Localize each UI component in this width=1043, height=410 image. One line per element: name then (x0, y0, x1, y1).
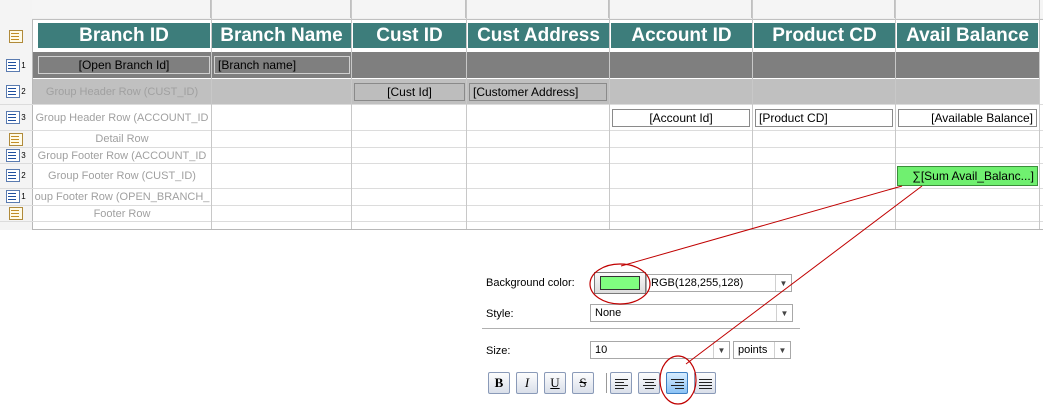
group-footer-icon (6, 168, 21, 182)
color-swatch (600, 276, 640, 290)
size-value: 10 (595, 344, 608, 356)
row-divider (0, 221, 1043, 222)
align-left-button[interactable] (610, 372, 632, 394)
row-marker[interactable]: 3 (0, 108, 32, 126)
align-justify-button[interactable] (694, 372, 716, 394)
column-header-cust-id[interactable]: Cust ID (352, 22, 467, 49)
chevron-down-icon[interactable]: ▼ (774, 342, 790, 358)
chevron-down-icon[interactable]: ▼ (776, 305, 792, 321)
field-customer-address[interactable]: [Customer Address] (469, 83, 607, 101)
group-footer-icon (6, 148, 21, 162)
style-value: None (595, 307, 622, 319)
column-divider (351, 0, 352, 230)
column-ruler-cell[interactable] (609, 0, 752, 18)
column-header-cust-address[interactable]: Cust Address (467, 22, 610, 49)
field-available-balance[interactable]: [Available Balance] (898, 109, 1037, 127)
row-label-group-footer-branch: oup Footer Row (OPEN_BRANCH_ (34, 191, 210, 203)
column-ruler-cell[interactable] (466, 0, 609, 18)
underline-button[interactable]: U (544, 372, 566, 394)
field-sum-avail-balance-selected[interactable]: ∑[Sum Avail_Balanc...] (897, 166, 1038, 186)
background-color-combo[interactable]: RGB(128,255,128) ▼ (646, 274, 792, 292)
group-footer-icon (6, 189, 21, 203)
align-center-icon (642, 378, 656, 389)
align-left-icon (614, 378, 628, 389)
format-properties-panel: Background color: RGB(128,255,128) ▼ Sty… (482, 266, 804, 406)
column-header-account-id[interactable]: Account ID (610, 22, 753, 49)
column-ruler-cell[interactable] (752, 0, 895, 18)
panel-separator (482, 328, 800, 329)
align-right-button[interactable] (666, 372, 688, 394)
row-marker[interactable]: 3 (0, 147, 32, 163)
group-header-icon (6, 58, 21, 72)
row-label-group-header-account: Group Header Row (ACCOUNT_ID (35, 111, 209, 124)
column-divider (895, 0, 896, 230)
row-label-group-footer-cust: Group Footer Row (CUST_ID) (48, 170, 196, 182)
group-header-icon (6, 84, 21, 98)
column-header-branch-id[interactable]: Branch ID (37, 22, 211, 49)
align-right-icon (670, 378, 684, 389)
row-label-group-footer-account: Group Footer Row (ACCOUNT_ID (37, 149, 207, 162)
background-color-button[interactable] (594, 272, 646, 294)
row-marker[interactable]: 1 (0, 188, 32, 204)
group-header-icon (6, 110, 21, 124)
row-level-number: 3 (21, 150, 26, 160)
row-level-number: 2 (21, 170, 26, 180)
field-branch-name[interactable]: [Branch name] (214, 56, 350, 74)
row-marker[interactable]: 2 (0, 82, 32, 100)
column-ruler-cell[interactable] (32, 0, 211, 18)
row-marker[interactable]: 2 (0, 166, 32, 184)
style-combo[interactable]: None ▼ (590, 304, 793, 322)
column-ruler (32, 0, 1043, 20)
row-label-group-header-cust: Group Header Row (CUST_ID) (45, 86, 199, 98)
field-open-branch-id[interactable]: [Open Branch Id] (38, 56, 210, 74)
row-marker[interactable] (0, 131, 32, 147)
column-divider (1039, 0, 1040, 230)
size-unit-value: points (738, 344, 768, 356)
header-row-marker[interactable] (0, 27, 32, 45)
column-divider (752, 0, 753, 230)
row-label-detail: Detail Row (95, 133, 149, 145)
toolbar-divider (606, 373, 607, 393)
style-label: Style: (486, 308, 514, 320)
report-designer-grid: 1 2 3 3 2 1 Branch ID Branch Name Cust I… (0, 0, 1043, 230)
bold-button[interactable]: B (488, 372, 510, 394)
field-cust-id[interactable]: [Cust Id] (354, 83, 465, 101)
field-account-id[interactable]: [Account Id] (612, 109, 750, 127)
column-header-branch-name[interactable]: Branch Name (211, 22, 352, 49)
field-product-cd[interactable]: [Product CD] (755, 109, 893, 127)
size-unit-combo[interactable]: points ▼ (733, 341, 791, 359)
footer-row-icon (8, 206, 23, 220)
size-label: Size: (486, 345, 511, 357)
chevron-down-icon[interactable]: ▼ (713, 342, 729, 358)
column-ruler-cell[interactable] (351, 0, 466, 18)
italic-button[interactable]: I (516, 372, 538, 394)
align-center-button[interactable] (638, 372, 660, 394)
chevron-down-icon[interactable]: ▼ (775, 275, 791, 291)
column-ruler-cell[interactable] (895, 0, 1043, 18)
row-level-number: 3 (21, 112, 26, 122)
row-marker[interactable] (0, 205, 32, 221)
strikethrough-button[interactable]: S (572, 372, 594, 394)
column-divider (609, 0, 610, 230)
background-color-value: RGB(128,255,128) (651, 277, 744, 289)
detail-row-icon (8, 132, 23, 146)
column-ruler-cell[interactable] (211, 0, 351, 18)
column-divider (466, 0, 467, 230)
row-label-footer: Footer Row (93, 207, 151, 220)
row-level-number: 2 (21, 86, 26, 96)
row-level-number: 1 (21, 60, 26, 70)
row-level-number: 1 (21, 191, 26, 201)
size-combo[interactable]: 10 ▼ (590, 341, 730, 359)
background-color-label: Background color: (486, 277, 575, 289)
column-divider (211, 0, 212, 230)
column-header-avail-balance[interactable]: Avail Balance (896, 22, 1039, 49)
row-marker[interactable]: 1 (0, 56, 32, 74)
align-justify-icon (698, 378, 712, 389)
column-header-product-cd[interactable]: Product CD (753, 22, 896, 49)
row-band-icon (8, 29, 23, 43)
grid-bottom-edge (32, 229, 1043, 230)
